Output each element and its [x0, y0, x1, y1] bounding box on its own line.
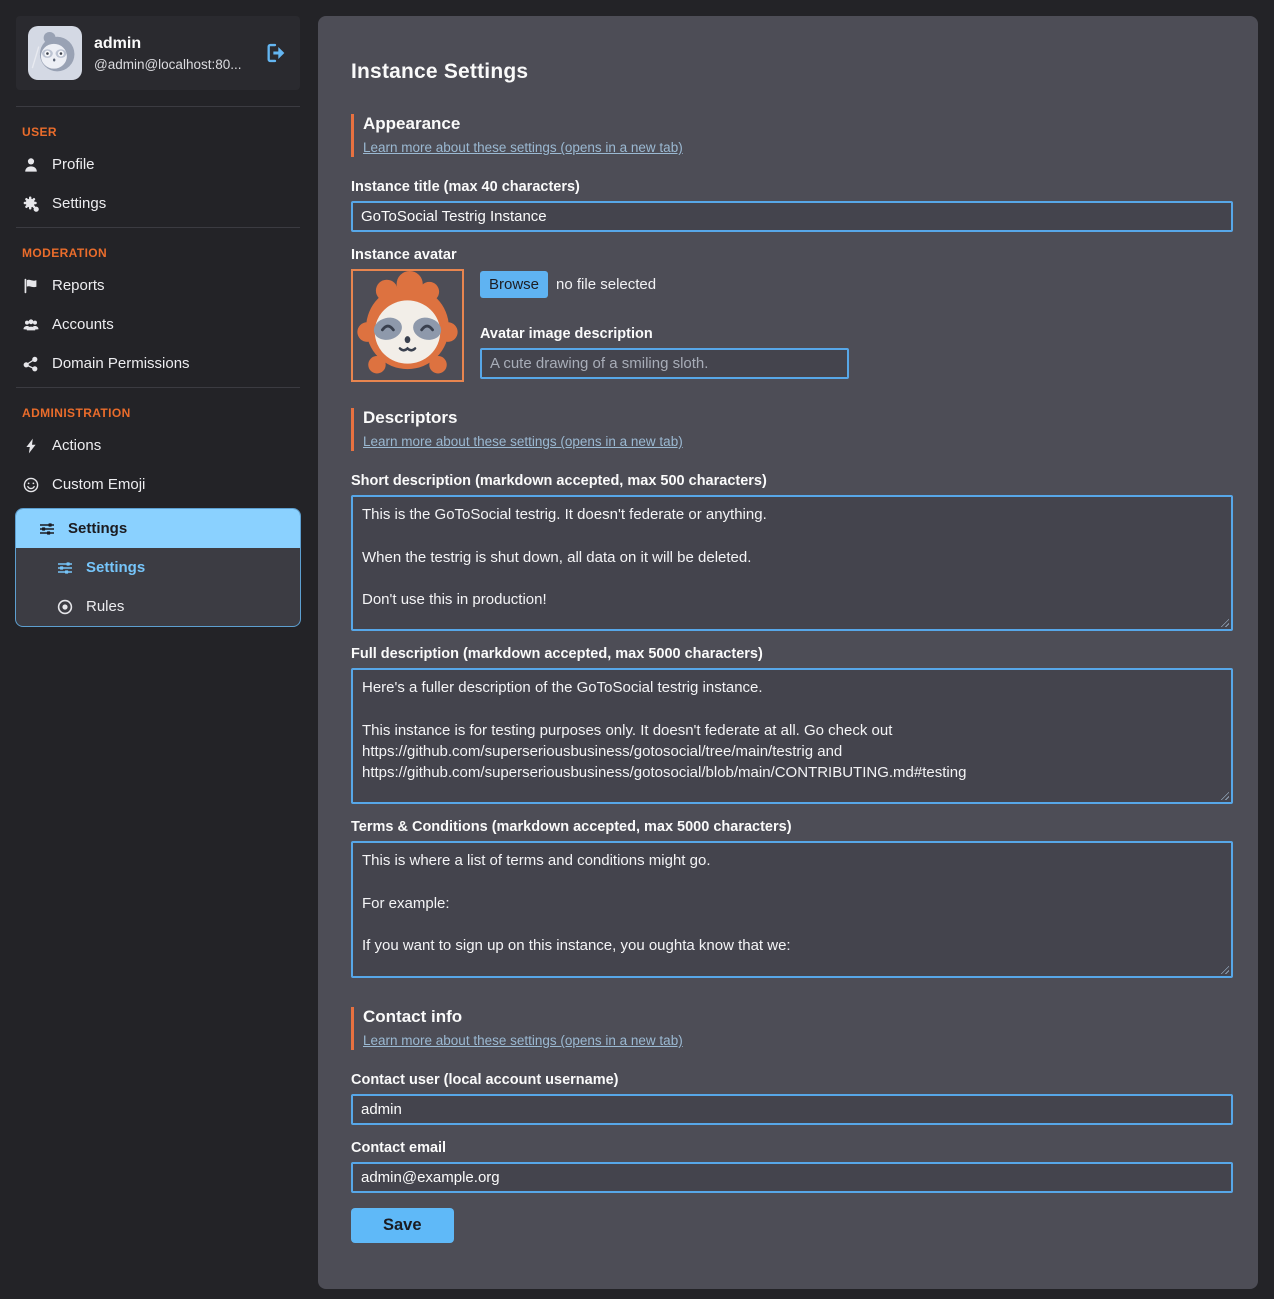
contact-user-label: Contact user (local account username) — [351, 1072, 1233, 1088]
full-description-textarea[interactable]: Here's a fuller description of the GoToS… — [351, 668, 1233, 804]
avatar-file-column: Browse no file selected Avatar image des… — [480, 269, 1233, 382]
sidebar-item-profile[interactable]: Profile — [0, 145, 316, 184]
sidebar-item-label: Domain Permissions — [52, 355, 190, 372]
contact-heading: Contact info — [363, 1007, 1233, 1027]
no-file-text: no file selected — [556, 276, 656, 293]
page-title: Instance Settings — [351, 60, 1233, 84]
sidebar-item-domain-permissions[interactable]: Domain Permissions — [0, 344, 316, 383]
main-panel: Instance Settings Appearance Learn more … — [318, 16, 1258, 1289]
sidebar-item-label: Actions — [52, 437, 101, 454]
terms-textarea[interactable]: This is where a list of terms and condit… — [351, 841, 1233, 978]
short-description-wrap: This is the GoToSocial testrig. It doesn… — [351, 495, 1233, 631]
user-avatar — [28, 26, 82, 80]
submenu-item-settings[interactable]: Settings — [16, 548, 300, 587]
descriptors-heading: Descriptors — [363, 408, 1233, 428]
terms-label: Terms & Conditions (markdown accepted, m… — [351, 819, 1233, 835]
user-name: admin — [94, 35, 250, 53]
smiley-icon — [22, 477, 40, 493]
submenu-item-rules[interactable]: Rules — [16, 587, 300, 626]
contact-email-label: Contact email — [351, 1140, 1233, 1156]
appearance-learn-more-link[interactable]: Learn more about these settings (opens i… — [363, 140, 683, 155]
sloth-avatar-orange-icon — [353, 271, 462, 380]
sidebar-item-label: Reports — [52, 277, 105, 294]
avatar-description-input[interactable] — [480, 348, 849, 379]
descriptors-section: Descriptors Learn more about these setti… — [351, 408, 1233, 978]
sidebar-item-label: Custom Emoji — [52, 476, 145, 493]
users-icon — [22, 317, 40, 333]
sidebar-item-reports[interactable]: Reports — [0, 266, 316, 305]
contact-section-head: Contact info Learn more about these sett… — [351, 1007, 1233, 1050]
contact-email-field: Contact email — [351, 1140, 1233, 1193]
user-meta: admin @admin@localhost:80... — [94, 35, 250, 72]
sidebar-item-actions[interactable]: Actions — [0, 426, 316, 465]
instance-avatar-image — [351, 269, 464, 382]
logout-button[interactable] — [262, 40, 288, 66]
nav-section-administration: ADMINISTRATION — [0, 392, 316, 426]
sidebar-item-accounts[interactable]: Accounts — [0, 305, 316, 344]
file-input-row: Browse no file selected — [480, 271, 1233, 298]
terms-wrap: This is where a list of terms and condit… — [351, 841, 1233, 978]
sidebar-divider — [16, 106, 300, 107]
descriptors-learn-more-link[interactable]: Learn more about these settings (opens i… — [363, 434, 683, 449]
descriptors-section-head: Descriptors Learn more about these setti… — [351, 408, 1233, 451]
sidebar-item-admin-settings[interactable]: Settings — [16, 509, 300, 548]
appearance-section-head: Appearance Learn more about these settin… — [351, 114, 1233, 157]
sidebar-item-custom-emoji[interactable]: Custom Emoji — [0, 465, 316, 504]
sidebar-divider — [16, 387, 300, 388]
avatar-description-label: Avatar image description — [480, 326, 1233, 342]
instance-avatar-row: Browse no file selected Avatar image des… — [351, 269, 1233, 382]
appearance-heading: Appearance — [363, 114, 1233, 134]
contact-email-input[interactable] — [351, 1162, 1233, 1193]
contact-user-input[interactable] — [351, 1094, 1233, 1125]
appearance-section: Appearance Learn more about these settin… — [351, 114, 1233, 382]
sidebar-item-label: Settings — [52, 195, 106, 212]
sidebar-item-label: Settings — [68, 520, 127, 537]
save-button[interactable]: Save — [351, 1208, 454, 1243]
settings-submenu: Settings Rules — [16, 548, 300, 626]
user-icon — [22, 157, 40, 173]
user-handle: @admin@localhost:80... — [94, 57, 250, 72]
user-card[interactable]: admin @admin@localhost:80... — [16, 16, 300, 90]
nav-section-moderation: MODERATION — [0, 232, 316, 266]
contact-user-field: Contact user (local account username) — [351, 1072, 1233, 1125]
short-description-textarea[interactable]: This is the GoToSocial testrig. It doesn… — [351, 495, 1233, 631]
flag-icon — [22, 278, 40, 294]
full-description-label: Full description (markdown accepted, max… — [351, 646, 1233, 662]
sidebar: admin @admin@localhost:80... USER — [0, 0, 316, 657]
sidebar-item-label: Profile — [52, 156, 95, 173]
instance-title-input[interactable] — [351, 201, 1233, 232]
submenu-item-label: Rules — [86, 598, 124, 615]
submenu-item-label: Settings — [86, 559, 145, 576]
sign-out-icon — [264, 42, 286, 64]
sidebar-item-label: Accounts — [52, 316, 114, 333]
sliders-icon — [38, 521, 56, 537]
sidebar-item-user-settings[interactable]: Settings — [0, 184, 316, 223]
short-description-label: Short description (markdown accepted, ma… — [351, 473, 1233, 489]
instance-title-label: Instance title (max 40 characters) — [351, 179, 1233, 195]
app-root: admin @admin@localhost:80... USER — [0, 0, 1274, 1299]
instance-avatar-label: Instance avatar — [351, 247, 1233, 263]
settings-nav-group: Settings Settings — [15, 508, 301, 627]
browse-button[interactable]: Browse — [480, 271, 548, 298]
bolt-icon — [22, 438, 40, 454]
full-description-wrap: Here's a fuller description of the GoToS… — [351, 668, 1233, 804]
nav-section-user: USER — [0, 111, 316, 145]
sidebar-divider — [16, 227, 300, 228]
sidebar-nav: USER Profile — [0, 111, 316, 627]
instance-title-field: Instance title (max 40 characters) — [351, 179, 1233, 232]
contact-learn-more-link[interactable]: Learn more about these settings (opens i… — [363, 1033, 683, 1048]
sliders-icon — [56, 560, 74, 576]
sloth-avatar-gray-icon — [28, 26, 82, 80]
share-nodes-icon — [22, 356, 40, 372]
contact-section: Contact info Learn more about these sett… — [351, 1007, 1233, 1243]
circle-dot-icon — [56, 599, 74, 615]
gears-icon — [22, 196, 40, 212]
